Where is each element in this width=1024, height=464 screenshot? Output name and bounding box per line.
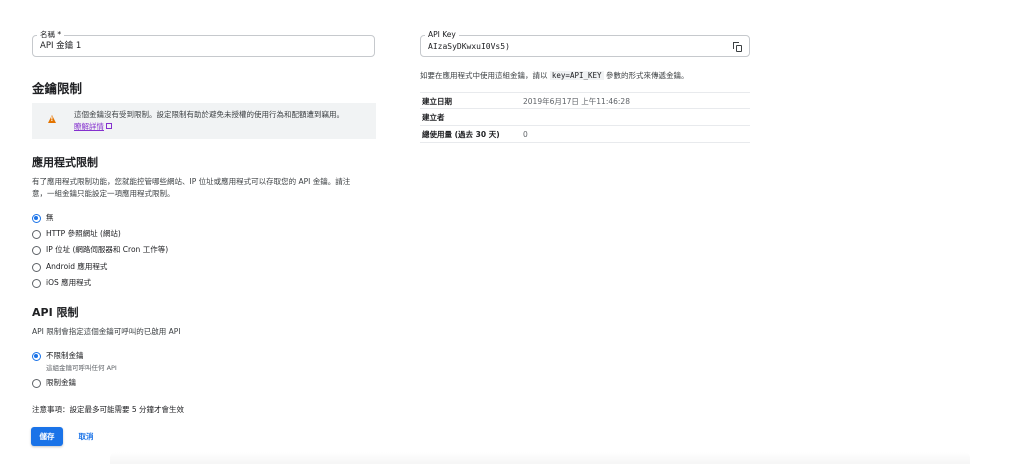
metadata-key: 總使用量 (過去 30 天) bbox=[422, 130, 500, 139]
learn-more-label[interactable]: 瞭解詳情 bbox=[74, 122, 104, 131]
name-field-value[interactable]: API 金鑰 1 bbox=[40, 40, 81, 53]
warning-text: 這個金鑰沒有受到限制。設定限制有助於避免未授權的使用行為和配額遭到竊用。 bbox=[74, 110, 344, 119]
radio-label: IP 位址 (網路伺服器和 Cron 工作等) bbox=[46, 245, 169, 254]
api-restrictions-title: API 限制 bbox=[32, 306, 79, 319]
cancel-button[interactable]: 取消 bbox=[70, 427, 102, 446]
radio-label: HTTP 參照網址 (網站) bbox=[46, 229, 121, 238]
radio-button-checked[interactable] bbox=[32, 351, 41, 361]
propagation-note: 注意事項：設定最多可能需要 5 分鐘才會生效 bbox=[32, 405, 185, 414]
name-field[interactable]: 名稱 * API 金鑰 1 bbox=[32, 29, 375, 57]
app-restrictions-description-1: 有了應用程式限制功能，您就能控管哪些網站、IP 位址或應用程式可以存取您的 AP… bbox=[32, 177, 351, 186]
app-restriction-option-none[interactable]: 無 bbox=[32, 212, 54, 224]
api-key-usage-info: 如要在應用程式中使用這組金鑰，請以 key=API_KEY 參數的形式來傳遞金鑰… bbox=[420, 70, 688, 82]
radio-label: Android 應用程式 bbox=[46, 262, 108, 271]
app-restriction-option-http-referrers[interactable]: HTTP 參照網址 (網站) bbox=[32, 228, 121, 240]
copy-icon[interactable] bbox=[733, 42, 742, 52]
api-restrictions-description: API 限制會指定這個金鑰可呼叫的已啟用 API bbox=[32, 327, 181, 336]
metadata-key: 建立日期 bbox=[422, 97, 452, 106]
metadata-row-creator: 建立者 bbox=[420, 109, 750, 126]
api-restriction-option-restrict[interactable]: 限制金鑰 bbox=[32, 377, 76, 389]
radio-button[interactable] bbox=[32, 278, 41, 288]
app-restriction-option-ios[interactable]: iOS 應用程式 bbox=[32, 277, 91, 289]
radio-hint: 這組金鑰可呼叫任何 API bbox=[46, 364, 117, 372]
metadata-value: 0 bbox=[523, 130, 528, 139]
radio-label: 不限制金鑰 bbox=[46, 351, 84, 360]
metadata-key: 建立者 bbox=[422, 113, 445, 122]
radio-button-checked[interactable] bbox=[32, 213, 41, 223]
learn-more-link[interactable]: 瞭解詳情 bbox=[74, 121, 112, 133]
info-prefix: 如要在應用程式中使用這組金鑰，請以 bbox=[420, 71, 548, 80]
app-restriction-option-ip-addresses[interactable]: IP 位址 (網路伺服器和 Cron 工作等) bbox=[32, 244, 168, 256]
api-restriction-option-dont-restrict[interactable]: 不限制金鑰 bbox=[32, 350, 84, 362]
metadata-row-created: 建立日期 2019年6月17日 上午11:46:28 bbox=[420, 92, 750, 109]
warning-icon bbox=[48, 115, 56, 123]
key-param-code: key=API_KEY bbox=[549, 71, 604, 80]
radio-label: iOS 應用程式 bbox=[46, 278, 92, 287]
api-key-value[interactable]: AIzaSyDKwxuI0Vs5) bbox=[428, 40, 510, 53]
metadata-value: 2019年6月17日 上午11:46:28 bbox=[523, 97, 630, 106]
radio-button[interactable] bbox=[32, 229, 41, 239]
radio-label: 無 bbox=[46, 213, 54, 222]
metadata-row-usage: 總使用量 (過去 30 天) 0 bbox=[420, 126, 750, 143]
radio-button[interactable] bbox=[32, 378, 41, 388]
app-restrictions-description-2: 意，一組金鑰只能設定一項應用程式限制。 bbox=[32, 189, 175, 198]
app-restrictions-title: 應用程式限制 bbox=[32, 156, 98, 169]
radio-label: 限制金鑰 bbox=[46, 378, 76, 387]
key-metadata-table: 建立日期 2019年6月17日 上午11:46:28 建立者 總使用量 (過去 … bbox=[420, 92, 750, 143]
open-in-new-icon bbox=[106, 123, 112, 129]
key-restrictions-title: 金鑰限制 bbox=[32, 81, 83, 96]
bottom-panel-shadow bbox=[110, 452, 970, 464]
save-button[interactable]: 儲存 bbox=[31, 427, 63, 446]
info-suffix: 參數的形式來傳遞金鑰。 bbox=[605, 71, 689, 80]
unrestricted-key-warning: 這個金鑰沒有受到限制。設定限制有助於避免未授權的使用行為和配額遭到竊用。 瞭解詳… bbox=[32, 103, 376, 139]
radio-button[interactable] bbox=[32, 245, 41, 255]
radio-button[interactable] bbox=[32, 262, 41, 272]
api-key-field[interactable]: API Key AIzaSyDKwxuI0Vs5) bbox=[420, 29, 750, 57]
app-restriction-option-android[interactable]: Android 應用程式 bbox=[32, 261, 107, 273]
